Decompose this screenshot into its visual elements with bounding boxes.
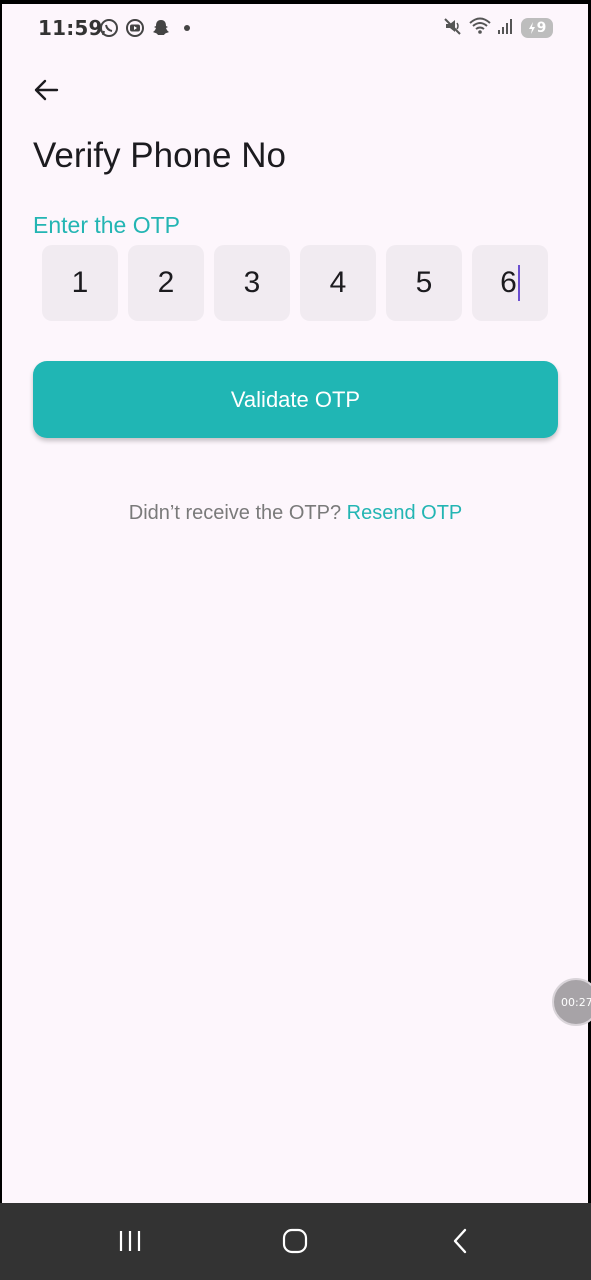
status-time: 11:59 xyxy=(38,16,103,40)
otp-digit-value: 1 xyxy=(71,266,89,299)
otp-digit-4[interactable]: 4 xyxy=(300,245,376,321)
otp-digit-5[interactable]: 5 xyxy=(386,245,462,321)
otp-input-row: 1 2 3 4 5 6 xyxy=(42,245,548,321)
battery-level: 9 xyxy=(536,20,547,36)
resend-line: Didn’t receive the OTP? Resend OTP xyxy=(0,502,591,525)
whatsapp-icon xyxy=(98,17,120,39)
wifi-icon xyxy=(469,16,491,40)
mute-icon xyxy=(443,16,463,40)
screen-recorder-bubble[interactable]: 00:27 xyxy=(552,978,591,1026)
otp-digit-value: 2 xyxy=(157,266,175,299)
dot-icon xyxy=(176,17,198,39)
back-icon xyxy=(453,1228,467,1254)
recent-apps-button[interactable] xyxy=(100,1219,160,1263)
nav-back-button[interactable] xyxy=(430,1219,490,1263)
status-bar: 11:59 9 xyxy=(0,4,591,52)
home-icon xyxy=(282,1228,308,1254)
system-nav-bar xyxy=(0,1203,591,1280)
system-status-icons: 9 xyxy=(443,16,553,40)
validate-otp-button[interactable]: Validate OTP xyxy=(33,361,558,438)
otp-digit-1[interactable]: 1 xyxy=(42,245,118,321)
snapchat-icon xyxy=(150,17,172,39)
page-title: Verify Phone No xyxy=(33,136,286,175)
recorder-timer: 00:27 xyxy=(561,995,591,1009)
resend-prompt: Didn’t receive the OTP? xyxy=(128,502,342,524)
arrow-left-icon xyxy=(34,79,59,101)
otp-digit-value: 4 xyxy=(329,266,347,299)
text-caret xyxy=(517,265,520,301)
back-button[interactable] xyxy=(28,72,64,108)
resend-otp-link[interactable]: Resend OTP xyxy=(347,502,463,524)
otp-digit-value: 3 xyxy=(243,266,261,299)
signal-icon xyxy=(497,16,515,40)
recent-apps-icon xyxy=(119,1231,141,1251)
otp-digit-2[interactable]: 2 xyxy=(128,245,204,321)
battery-indicator: 9 xyxy=(521,18,553,38)
otp-digit-3[interactable]: 3 xyxy=(214,245,290,321)
otp-digit-value: 6 xyxy=(500,266,517,299)
otp-digit-value: 5 xyxy=(415,266,433,299)
home-button[interactable] xyxy=(265,1219,325,1263)
screen-frame-left xyxy=(0,0,2,1280)
notification-icons xyxy=(98,17,198,39)
otp-digit-6[interactable]: 6 xyxy=(472,245,548,321)
otp-label: Enter the OTP xyxy=(33,212,181,238)
youtube-icon xyxy=(124,17,146,39)
